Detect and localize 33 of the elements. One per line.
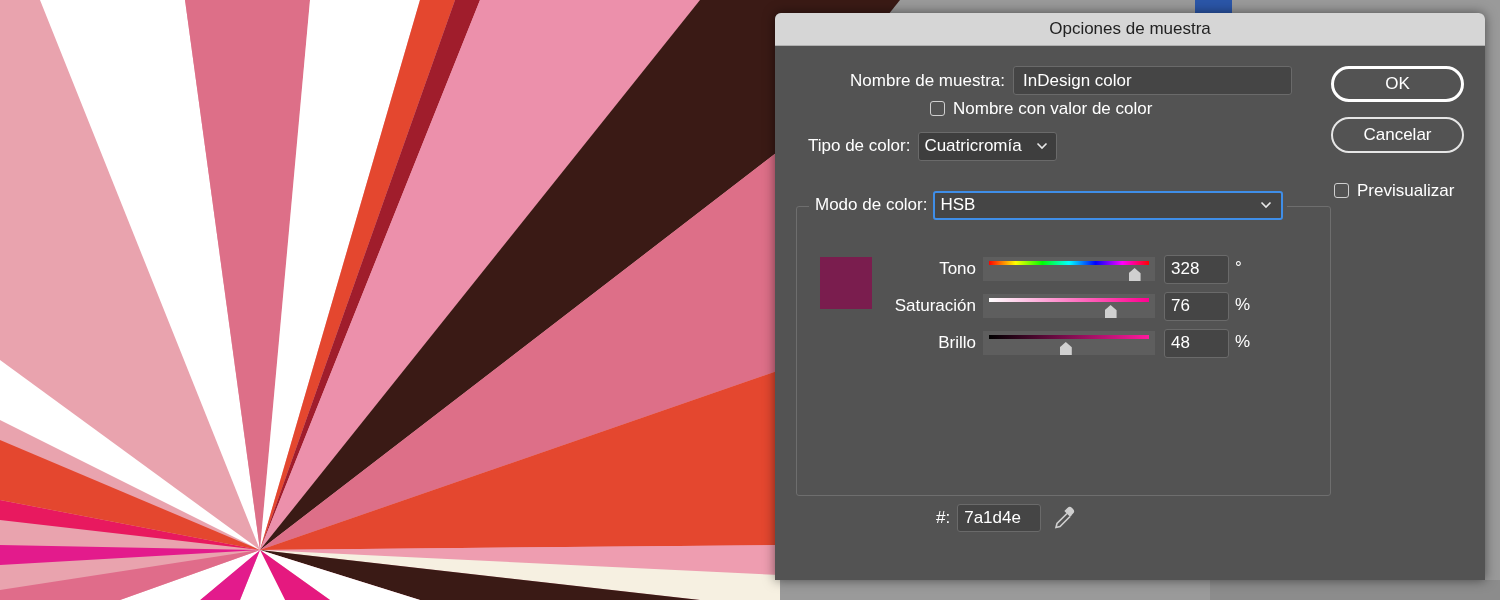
field-label: Modo de color: <box>815 194 928 217</box>
value-input-field[interactable]: 328 <box>1164 254 1229 284</box>
slider-label: Tono <box>938 258 976 281</box>
hex-input-field[interactable]: 7a1d4e <box>957 503 1042 532</box>
unit-label: % <box>1235 293 1251 316</box>
value-input-field[interactable]: 76 <box>1164 291 1229 321</box>
window-title: Opciones de muestra <box>1049 18 1211 41</box>
slider-track[interactable] <box>983 294 1155 318</box>
color-mode-dropdown[interactable]: HSB <box>933 190 1284 220</box>
slider-track[interactable] <box>983 257 1155 281</box>
slider-thumb[interactable] <box>1128 268 1141 281</box>
unit-label: % <box>1235 330 1251 353</box>
slider-label: Saturación <box>893 295 976 318</box>
checkbox[interactable] <box>1334 183 1349 199</box>
field-label: Nombre de muestra: <box>849 69 1005 92</box>
slider-thumb[interactable] <box>1104 305 1117 318</box>
ok-button[interactable]: OK <box>1331 66 1464 102</box>
slider-track[interactable] <box>983 331 1155 355</box>
chevron-down-icon <box>1036 142 1049 150</box>
checkbox-label[interactable]: Previsualizar <box>1357 178 1455 204</box>
unit-label: ° <box>1235 256 1242 279</box>
color-type-dropdown[interactable]: Cuatricromía <box>918 131 1058 161</box>
slider-thumb[interactable] <box>1059 342 1072 355</box>
name-input-field[interactable]: InDesign color <box>1013 66 1292 95</box>
field-label: Tipo de color: <box>808 135 911 158</box>
eyedropper-icon[interactable] <box>1052 504 1077 531</box>
chevron-down-icon <box>1260 201 1273 209</box>
value-input-field[interactable]: 48 <box>1164 328 1229 358</box>
slider-label: Brillo <box>937 332 976 355</box>
checkbox-label[interactable]: Nombre con valor de color <box>953 96 1153 122</box>
checkbox[interactable] <box>930 101 945 117</box>
cancel-button[interactable]: Cancelar <box>1331 117 1464 153</box>
field-label: #: <box>936 506 951 529</box>
